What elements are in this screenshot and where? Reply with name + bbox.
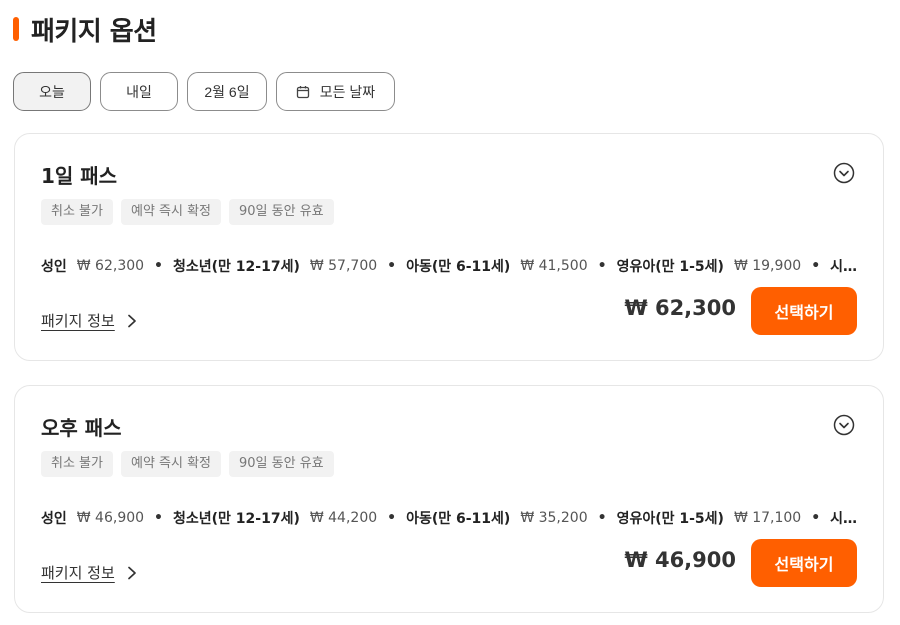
package-tags: 취소 불가 예약 즉시 확정 90일 동안 유효	[41, 451, 334, 477]
date-chip-label: 내일	[126, 83, 152, 100]
package-info-label: 패키지 정보	[41, 564, 115, 582]
package-title: 오후 패스	[41, 416, 122, 440]
tag-instant-confirm: 예약 즉시 확정	[120, 199, 222, 225]
separator-dot: •	[597, 510, 607, 526]
price-label-youth: 청소년(만 12-17세)	[173, 259, 300, 275]
section-title: 패키지 옵션	[31, 16, 157, 47]
date-chip-label: 오늘	[39, 83, 65, 100]
date-chip-today[interactable]: 오늘	[13, 72, 91, 111]
separator-dot: •	[387, 258, 397, 274]
separator-dot: •	[811, 258, 821, 274]
separator-dot: •	[811, 510, 821, 526]
separator-dot: •	[154, 258, 163, 274]
chevron-down-circle-icon[interactable]	[833, 162, 855, 184]
separator-dot: •	[597, 258, 607, 274]
price-value-youth: ₩ 44,200	[309, 510, 378, 526]
price-value-infant: ₩ 17,100	[733, 510, 802, 526]
separator-dot: •	[387, 510, 397, 526]
price-value-adult: ₩ 46,900	[76, 510, 145, 526]
accent-bar	[13, 17, 19, 41]
separator-dot: •	[154, 510, 163, 526]
chevron-right-icon	[127, 314, 136, 327]
date-selector: 오늘 내일 2월 6일 모든 날짜	[13, 72, 395, 111]
date-chip-feb6[interactable]: 2월 6일	[187, 72, 267, 111]
price-breakdown: 성인 ₩ 46,900 • 청소년(만 12-17세) ₩ 44,200 • 아…	[41, 508, 861, 528]
package-title: 1일 패스	[41, 164, 118, 188]
select-button[interactable]: 선택하기	[751, 287, 857, 335]
package-price: ₩ 46,900	[624, 548, 736, 572]
package-info-label: 패키지 정보	[41, 312, 115, 330]
price-more-truncated: 시…	[830, 259, 858, 275]
calendar-icon	[296, 85, 309, 98]
package-tags: 취소 불가 예약 즉시 확정 90일 동안 유효	[41, 199, 334, 225]
price-label-infant: 영유아(만 1-5세)	[616, 259, 724, 275]
date-chip-label: 2월 6일	[204, 83, 250, 100]
chevron-right-icon	[127, 566, 136, 579]
date-chip-tomorrow[interactable]: 내일	[100, 72, 178, 111]
tag-instant-confirm: 예약 즉시 확정	[120, 451, 222, 477]
package-card: 1일 패스 취소 불가 예약 즉시 확정 90일 동안 유효 성인 ₩ 62,3…	[14, 133, 884, 361]
date-chip-label: 모든 날짜	[319, 83, 376, 100]
tag-non-refundable: 취소 불가	[41, 199, 113, 225]
package-info-link[interactable]: 패키지 정보	[41, 562, 139, 583]
price-label-adult: 성인	[41, 259, 67, 275]
price-value-child: ₩ 41,500	[520, 258, 588, 274]
select-button[interactable]: 선택하기	[751, 539, 857, 587]
price-more-truncated: 시…	[830, 511, 858, 527]
package-price: ₩ 62,300	[624, 296, 736, 320]
tag-validity: 90일 동안 유효	[229, 451, 334, 477]
price-value-adult: ₩ 62,300	[76, 258, 145, 274]
package-card: 오후 패스 취소 불가 예약 즉시 확정 90일 동안 유효 성인 ₩ 46,9…	[14, 385, 884, 613]
price-label-adult: 성인	[41, 511, 67, 527]
package-info-link[interactable]: 패키지 정보	[41, 310, 139, 331]
chevron-down-circle-icon[interactable]	[833, 414, 855, 436]
price-value-child: ₩ 35,200	[520, 510, 588, 526]
tag-validity: 90일 동안 유효	[229, 199, 334, 225]
price-label-child: 아동(만 6-11세)	[406, 511, 511, 527]
price-breakdown: 성인 ₩ 62,300 • 청소년(만 12-17세) ₩ 57,700 • 아…	[41, 256, 861, 276]
tag-non-refundable: 취소 불가	[41, 451, 113, 477]
section-header: 패키지 옵션	[13, 12, 157, 47]
price-label-infant: 영유아(만 1-5세)	[616, 511, 724, 527]
price-label-youth: 청소년(만 12-17세)	[173, 511, 300, 527]
price-value-infant: ₩ 19,900	[733, 258, 802, 274]
date-chip-all[interactable]: 모든 날짜	[276, 72, 395, 111]
price-label-child: 아동(만 6-11세)	[406, 259, 511, 275]
price-value-youth: ₩ 57,700	[309, 258, 378, 274]
